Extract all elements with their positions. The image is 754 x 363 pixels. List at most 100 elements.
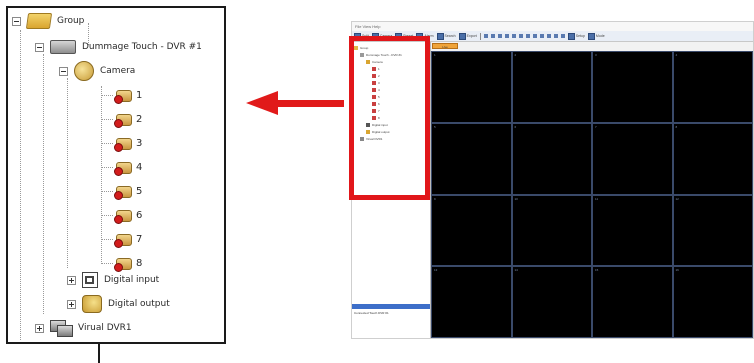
- cell-index: 6: [514, 124, 517, 129]
- layout-icon[interactable]: [539, 34, 544, 38]
- tree-node-camera-group[interactable]: Camera: [59, 61, 136, 81]
- tree-node-camera[interactable]: 6: [114, 206, 142, 224]
- tree-node-camera[interactable]: 4: [114, 158, 142, 176]
- tree-node-label: 5: [136, 185, 143, 197]
- cell-index: 5: [434, 124, 436, 129]
- video-cell[interactable]: 12: [672, 194, 753, 267]
- collapse-icon[interactable]: [35, 42, 44, 52]
- layout-icon[interactable]: [546, 34, 551, 38]
- tree-node-label: Camera: [100, 66, 136, 76]
- layout-1-icon[interactable]: [483, 34, 488, 38]
- video-cell[interactable]: 13: [431, 266, 512, 338]
- cell-index: 4: [675, 53, 678, 57]
- tree-node-dvr[interactable]: Dummage Touch - DVR #1: [35, 38, 202, 56]
- camera-icon: [114, 112, 132, 128]
- cell-index: 3: [595, 53, 597, 57]
- toolbar-button[interactable]: Search: [436, 32, 456, 40]
- layout-16-icon[interactable]: [504, 34, 509, 38]
- layout-4-icon[interactable]: [490, 34, 495, 38]
- left-arrow-icon: [246, 91, 278, 115]
- video-cell[interactable]: 16: [672, 266, 753, 338]
- export-icon: [458, 32, 466, 40]
- cell-index: 16: [675, 268, 679, 273]
- tree-node-label: 1: [136, 89, 143, 101]
- tree-guide-line: [101, 263, 113, 264]
- layout-icon[interactable]: [518, 34, 523, 38]
- cell-index: 9: [434, 196, 436, 201]
- video-cell[interactable]: 9: [431, 194, 512, 267]
- video-cell[interactable]: 2: [511, 51, 592, 123]
- camera-icon: [114, 232, 132, 248]
- video-cell[interactable]: 6: [511, 122, 592, 195]
- tree-node-label: 3: [136, 137, 143, 149]
- menu-bar[interactable]: File View Help: [352, 22, 753, 31]
- search-icon: [436, 32, 444, 40]
- video-cell[interactable]: 8: [672, 122, 753, 195]
- layout-icon[interactable]: [511, 34, 516, 38]
- video-cell[interactable]: 15: [592, 266, 673, 338]
- expand-icon[interactable]: [67, 299, 76, 309]
- tree-node-camera[interactable]: 5: [114, 182, 142, 200]
- tree-node-label: Digital output: [108, 299, 170, 309]
- camera-icon: [114, 184, 132, 200]
- callout-leader-line: [98, 344, 100, 363]
- video-cell[interactable]: 10: [511, 194, 592, 267]
- video-cell[interactable]: 4: [672, 51, 753, 123]
- layout-9-icon[interactable]: [497, 34, 502, 38]
- collapse-icon[interactable]: [59, 66, 68, 76]
- video-cell[interactable]: 11: [592, 194, 673, 267]
- cell-index: 14: [514, 268, 518, 273]
- tree-node-digital-output[interactable]: Digital output: [67, 295, 170, 313]
- digital-input-icon: [82, 272, 98, 288]
- tree-node-virtual-dvr[interactable]: Virual DVR1: [35, 319, 132, 337]
- camera-icon: [114, 256, 132, 272]
- mode-icon: [587, 32, 595, 40]
- tree-node-camera[interactable]: 7: [114, 230, 142, 248]
- tree-node-label: 2: [136, 113, 143, 125]
- tree-guide-line: [101, 95, 113, 96]
- toolbar-button[interactable]: Setup: [567, 32, 585, 40]
- tab-live[interactable]: Live: [432, 43, 458, 49]
- cell-index: 2: [514, 53, 517, 57]
- cell-index: 7: [595, 124, 597, 129]
- expand-icon[interactable]: [35, 323, 44, 333]
- virtual-dvr-icon: [50, 320, 73, 337]
- cell-index: 15: [595, 268, 599, 273]
- collapse-icon[interactable]: [12, 16, 21, 26]
- video-cell[interactable]: 5: [431, 122, 512, 195]
- dvr-icon: [50, 40, 76, 54]
- toolbar-button[interactable]: Export: [458, 32, 477, 40]
- tree-guide-line: [101, 86, 102, 264]
- tree-node-camera[interactable]: 1: [114, 86, 142, 104]
- arrow-shaft: [276, 100, 344, 107]
- camera-icon: [114, 136, 132, 152]
- layout-icon[interactable]: [560, 34, 565, 38]
- layout-icon[interactable]: [553, 34, 558, 38]
- layout-icon[interactable]: [532, 34, 537, 38]
- cell-index: 1: [434, 53, 436, 57]
- toolbar-button[interactable]: Mode: [587, 32, 605, 40]
- selection-bar: [352, 304, 430, 309]
- tree-guide-line: [101, 191, 113, 192]
- tree-node-label: Group: [57, 16, 85, 26]
- camera-group-icon: [74, 61, 94, 81]
- cell-index: 11: [595, 196, 599, 201]
- video-cell[interactable]: 1: [431, 51, 512, 123]
- tree-node-label: 6: [136, 209, 143, 221]
- layout-icon[interactable]: [525, 34, 530, 38]
- cell-index: 8: [675, 124, 678, 129]
- tree-guide-line: [101, 215, 113, 216]
- video-cell[interactable]: 14: [511, 266, 592, 338]
- tree-guide-line: [101, 167, 113, 168]
- tree-node-camera[interactable]: 8: [114, 254, 142, 272]
- tree-node-camera[interactable]: 3: [114, 134, 142, 152]
- tree-node-group[interactable]: Group: [12, 12, 84, 30]
- tree-guide-line: [20, 30, 21, 340]
- camera-icon: [114, 160, 132, 176]
- video-cell[interactable]: 7: [592, 122, 673, 195]
- video-cell[interactable]: 3: [592, 51, 673, 123]
- tree-node-camera[interactable]: 2: [114, 110, 142, 128]
- tree-node-digital-input[interactable]: Digital input: [67, 271, 159, 289]
- digital-output-icon: [82, 295, 102, 313]
- expand-icon[interactable]: [67, 275, 76, 285]
